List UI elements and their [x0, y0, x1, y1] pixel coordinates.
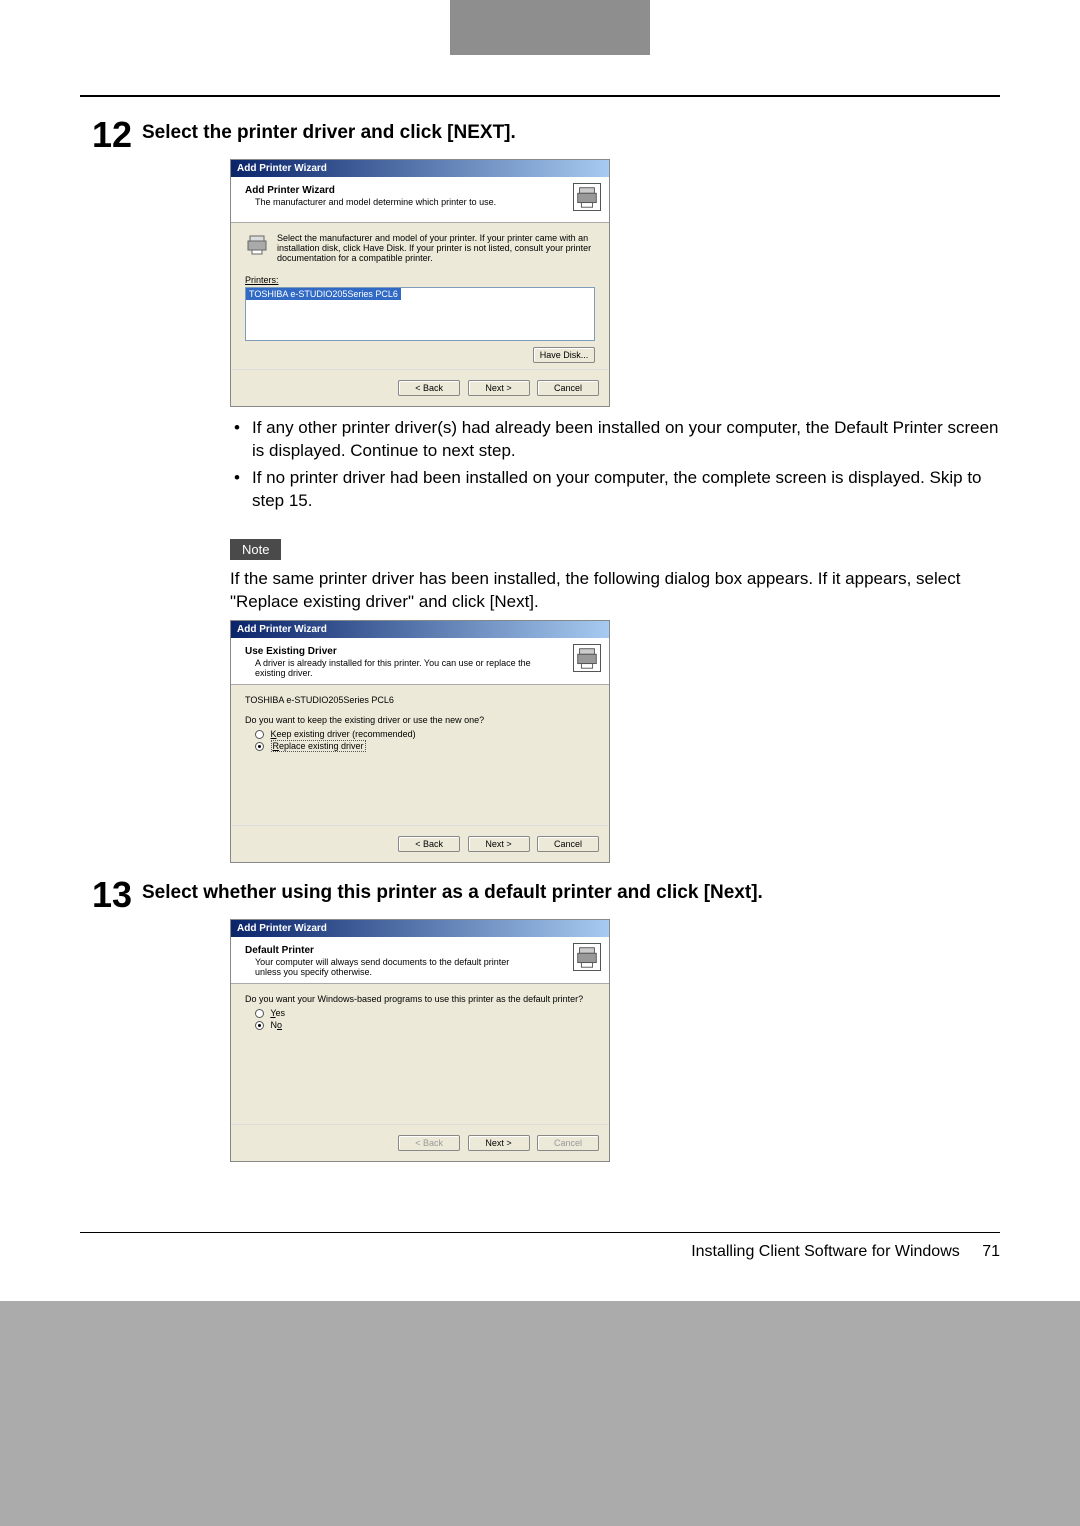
radio-label: eep existing driver (recommended): [277, 729, 416, 739]
page-footer: Installing Client Software for Windows 7…: [0, 1243, 1080, 1301]
dialog-header: Default Printer Your computer will alway…: [231, 937, 609, 984]
wizard-2-wrap: Add Printer Wizard Use Existing Driver A…: [230, 620, 1000, 863]
printer-icon: [573, 183, 601, 211]
content-area: 12 Select the printer driver and click […: [0, 55, 1080, 1202]
radio-yes[interactable]: Yes: [255, 1008, 595, 1018]
next-button[interactable]: Next >: [468, 1135, 530, 1151]
dialog-body: Do you want your Windows-based programs …: [231, 984, 609, 1124]
radio-replace-existing[interactable]: Replace existing driver: [255, 741, 595, 751]
radio-keep-existing[interactable]: Keep existing driver (recommended): [255, 729, 595, 739]
step12-bullets: If any other printer driver(s) had alrea…: [230, 417, 1000, 513]
dialog-body: Select the manufacturer and model of you…: [231, 223, 609, 369]
cancel-button[interactable]: Cancel: [537, 836, 599, 852]
dialog-head-title: Default Printer: [245, 945, 599, 956]
dialog-footer: < Back Next > Cancel: [231, 369, 609, 406]
printers-label: Printers:: [245, 275, 595, 285]
bullet-item: If no printer driver had been installed …: [230, 467, 1000, 513]
top-rule: [80, 95, 1000, 97]
add-printer-wizard-select-driver: Add Printer Wizard Add Printer Wizard Th…: [230, 159, 610, 407]
footer-text: Installing Client Software for Windows: [691, 1243, 960, 1260]
printer-icon: [245, 233, 269, 257]
radio-label: eplace existing driver: [279, 741, 364, 751]
back-button[interactable]: < Back: [398, 836, 460, 852]
question-text: Do you want to keep the existing driver …: [245, 715, 595, 725]
dialog-head-sub: A driver is already installed for this p…: [255, 658, 535, 678]
dialog-head-title: Use Existing Driver: [245, 646, 599, 657]
dialog-header: Add Printer Wizard The manufacturer and …: [231, 177, 609, 223]
model-text: TOSHIBA e-STUDIO205Series PCL6: [245, 695, 595, 705]
dialog-body: TOSHIBA e-STUDIO205Series PCL6 Do you wa…: [231, 685, 609, 825]
dialog-titlebar: Add Printer Wizard: [231, 621, 609, 638]
bullet-item: If any other printer driver(s) had alrea…: [230, 417, 1000, 463]
next-button[interactable]: Next >: [468, 836, 530, 852]
page-number: 71: [982, 1243, 1000, 1260]
cancel-button[interactable]: Cancel: [537, 1135, 599, 1151]
next-button[interactable]: Next >: [468, 380, 530, 396]
dialog-footer: < Back Next > Cancel: [231, 1124, 609, 1161]
radio-accel: o: [277, 1020, 282, 1030]
radio-label: es: [276, 1008, 286, 1018]
header-tab: [450, 0, 650, 55]
wizard-3-wrap: Add Printer Wizard Default Printer Your …: [230, 919, 1000, 1162]
have-disk-button[interactable]: Have Disk...: [533, 347, 595, 363]
step-number: 12: [80, 117, 132, 153]
radio-icon: [255, 1021, 264, 1030]
question-text: Do you want your Windows-based programs …: [245, 994, 595, 1004]
printer-icon: [573, 644, 601, 672]
dialog-head-sub: The manufacturer and model determine whi…: [255, 197, 535, 207]
radio-icon: [255, 742, 264, 751]
printers-listbox[interactable]: TOSHIBA e-STUDIO205Series PCL6: [245, 287, 595, 341]
back-button[interactable]: < Back: [398, 1135, 460, 1151]
dialog-titlebar: Add Printer Wizard: [231, 160, 609, 177]
note-text: If the same printer driver has been inst…: [230, 568, 1000, 614]
step-13: 13 Select whether using this printer as …: [80, 877, 1000, 913]
add-printer-wizard-default-printer: Add Printer Wizard Default Printer Your …: [230, 919, 610, 1162]
header-area: [0, 0, 1080, 55]
footer-rule: [80, 1232, 1000, 1233]
radio-icon: [255, 730, 264, 739]
step-number: 13: [80, 877, 132, 913]
step-12: 12 Select the printer driver and click […: [80, 117, 1000, 153]
dialog-titlebar: Add Printer Wizard: [231, 920, 609, 937]
step-title: Select whether using this printer as a d…: [142, 877, 1000, 905]
back-button[interactable]: < Back: [398, 380, 460, 396]
wizard-1-wrap: Add Printer Wizard Add Printer Wizard Th…: [230, 159, 1000, 407]
add-printer-wizard-existing-driver: Add Printer Wizard Use Existing Driver A…: [230, 620, 610, 863]
dialog-header: Use Existing Driver A driver is already …: [231, 638, 609, 685]
step-title: Select the printer driver and click [NEX…: [142, 117, 1000, 145]
list-item[interactable]: TOSHIBA e-STUDIO205Series PCL6: [246, 288, 401, 300]
dialog-head-sub: Your computer will always send documents…: [255, 957, 535, 977]
radio-no[interactable]: No: [255, 1020, 595, 1030]
cancel-button[interactable]: Cancel: [537, 380, 599, 396]
dialog-head-title: Add Printer Wizard: [245, 185, 599, 196]
printer-icon: [573, 943, 601, 971]
dialog-footer: < Back Next > Cancel: [231, 825, 609, 862]
note-badge: Note: [230, 539, 281, 560]
page: 12 Select the printer driver and click […: [0, 0, 1080, 1301]
dialog-body-text: Select the manufacturer and model of you…: [277, 233, 595, 263]
radio-icon: [255, 1009, 264, 1018]
